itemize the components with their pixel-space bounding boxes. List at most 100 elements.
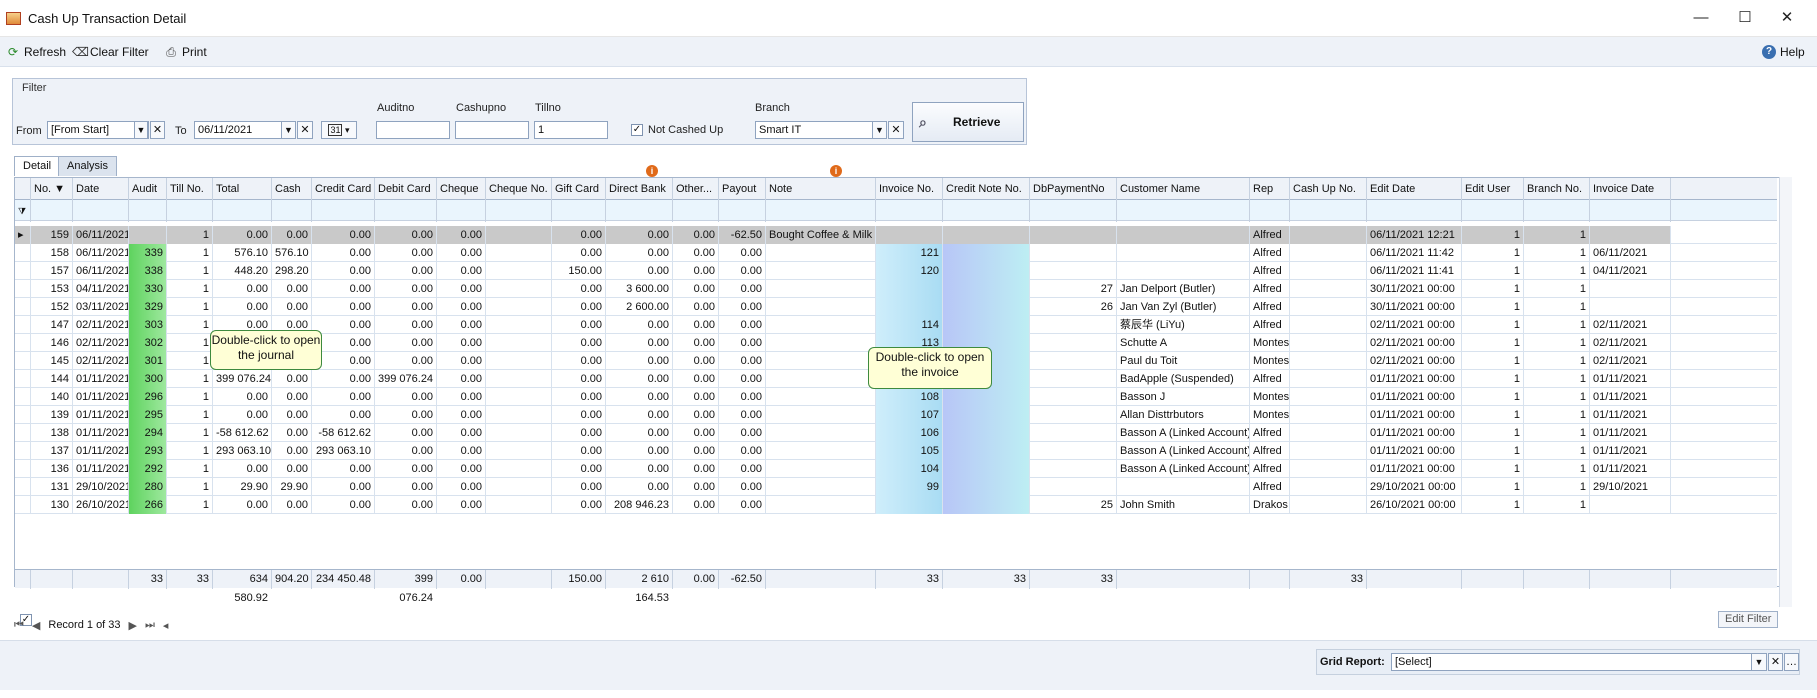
table-cell[interactable]: 01/11/2021	[73, 406, 129, 424]
table-cell[interactable]: 25	[1030, 496, 1117, 514]
table-cell[interactable]: 1	[167, 280, 213, 298]
table-cell[interactable]	[486, 406, 552, 424]
table-cell[interactable]: Alfred	[1250, 244, 1290, 262]
table-cell[interactable]: 136	[31, 460, 73, 478]
table-cell[interactable]: 02/11/2021	[1590, 352, 1671, 370]
filter-cell[interactable]	[673, 200, 719, 222]
column-header[interactable]: Invoice Date	[1590, 178, 1671, 200]
table-cell[interactable]: 1	[167, 406, 213, 424]
table-cell[interactable]: 0.00	[552, 352, 606, 370]
table-cell[interactable]	[1290, 478, 1367, 496]
table-cell[interactable]	[1290, 244, 1367, 262]
column-header[interactable]: Edit User	[1462, 178, 1524, 200]
table-row[interactable]: 138 01/11/2021 294 1 -58 612.62 0.00 -58 612.6…	[15, 424, 1777, 442]
table-cell[interactable]: Montes	[1250, 388, 1290, 406]
table-cell[interactable]: 147	[31, 316, 73, 334]
table-cell[interactable]	[876, 280, 943, 298]
table-cell[interactable]: 576.10	[272, 244, 312, 262]
table-cell[interactable]: 0.00	[719, 334, 766, 352]
table-cell[interactable]: 1	[1524, 406, 1590, 424]
table-cell[interactable]	[1590, 226, 1671, 244]
table-cell[interactable]: 1	[1462, 424, 1524, 442]
branch-dropdown-button[interactable]: ▼	[872, 121, 887, 139]
maximize-button[interactable]: ☐	[1730, 6, 1760, 30]
calendar-button[interactable]: 31 ▾	[321, 121, 357, 139]
table-cell[interactable]: 1	[1462, 262, 1524, 280]
table-cell[interactable]: 0.00	[552, 388, 606, 406]
table-cell[interactable]: 1	[167, 496, 213, 514]
table-cell[interactable]	[1030, 316, 1117, 334]
table-cell[interactable]: 108	[876, 388, 943, 406]
table-cell[interactable]: 0.00	[375, 496, 437, 514]
table-cell[interactable]: 06/11/2021 12:21	[1367, 226, 1462, 244]
table-cell[interactable]: 0.00	[312, 262, 375, 280]
table-cell[interactable]: 1	[167, 478, 213, 496]
table-cell[interactable]	[1290, 352, 1367, 370]
table-cell[interactable]	[1290, 496, 1367, 514]
table-cell[interactable]: 0.00	[272, 298, 312, 316]
table-cell[interactable]: 06/11/2021 11:41	[1367, 262, 1462, 280]
table-cell[interactable]: Alfred	[1250, 424, 1290, 442]
filter-cell[interactable]	[719, 200, 766, 222]
table-cell[interactable]	[876, 496, 943, 514]
table-cell[interactable]: 0.00	[552, 460, 606, 478]
table-cell[interactable]: 01/11/2021 00:00	[1367, 460, 1462, 478]
table-row[interactable]: 130 26/10/2021 266 1 0.00 0.00 0.00 0.00 0.00 0.0…	[15, 496, 1777, 514]
table-cell[interactable]: 106	[876, 424, 943, 442]
table-cell[interactable]: 0.00	[673, 424, 719, 442]
filter-cell[interactable]	[486, 200, 552, 222]
table-cell[interactable]: Basson J	[1117, 388, 1250, 406]
to-clear-button[interactable]: ✕	[297, 121, 313, 139]
table-cell[interactable]: 0.00	[437, 244, 486, 262]
table-cell[interactable]: 1	[1462, 298, 1524, 316]
table-cell[interactable]: 1	[1524, 280, 1590, 298]
table-cell[interactable]	[1290, 424, 1367, 442]
table-cell[interactable]: 0.00	[375, 226, 437, 244]
table-cell[interactable]: 0.00	[437, 226, 486, 244]
table-cell[interactable]	[943, 406, 1030, 424]
table-cell[interactable]: 1	[1524, 442, 1590, 460]
table-cell[interactable]: 0.00	[673, 244, 719, 262]
auditno-input[interactable]	[376, 121, 450, 139]
table-cell[interactable]: 0.00	[606, 226, 673, 244]
table-cell[interactable]	[1030, 244, 1117, 262]
table-cell[interactable]: 1	[1462, 334, 1524, 352]
table-cell[interactable]: 1	[1524, 424, 1590, 442]
table-cell[interactable]: 448.20	[213, 262, 272, 280]
table-cell[interactable]: 330	[129, 280, 167, 298]
table-cell[interactable]: Alfred	[1250, 298, 1290, 316]
table-cell[interactable]: 0.00	[312, 460, 375, 478]
filter-cell[interactable]	[437, 200, 486, 222]
filter-cell[interactable]	[943, 200, 1030, 222]
table-cell[interactable]	[1290, 226, 1367, 244]
table-cell[interactable]: 302	[129, 334, 167, 352]
gift-card-info-icon[interactable]: i	[646, 165, 658, 177]
column-header[interactable]: Debit Card	[375, 178, 437, 200]
table-cell[interactable]	[766, 370, 876, 388]
table-cell[interactable]: 0.00	[719, 244, 766, 262]
table-cell[interactable]: BadApple (Suspended)	[1117, 370, 1250, 388]
table-cell[interactable]	[943, 442, 1030, 460]
table-cell[interactable]	[766, 496, 876, 514]
close-button[interactable]: ✕	[1772, 6, 1802, 30]
table-cell[interactable]: 26/10/2021 00:00	[1367, 496, 1462, 514]
table-cell[interactable]	[943, 460, 1030, 478]
table-cell[interactable]: 0.00	[272, 280, 312, 298]
table-row[interactable]: 139 01/11/2021 295 1 0.00 0.00 0.00 0.00 0.00 0.0…	[15, 406, 1777, 424]
table-cell[interactable]: 0.00	[673, 370, 719, 388]
table-cell[interactable]	[1030, 334, 1117, 352]
table-cell[interactable]: 0.00	[213, 388, 272, 406]
table-cell[interactable]: 0.00	[719, 442, 766, 460]
table-cell[interactable]: 0.00	[272, 226, 312, 244]
table-cell[interactable]: 0.00	[437, 496, 486, 514]
table-cell[interactable]	[766, 316, 876, 334]
retrieve-button[interactable]: ⌕ Retrieve	[912, 102, 1024, 142]
table-cell[interactable]: 145	[31, 352, 73, 370]
table-cell[interactable]: -58 612.62	[213, 424, 272, 442]
table-cell[interactable]: 0.00	[272, 388, 312, 406]
table-cell[interactable]: 0.00	[673, 334, 719, 352]
table-cell[interactable]	[876, 226, 943, 244]
table-cell[interactable]: 0.00	[375, 388, 437, 406]
table-cell[interactable]: 0.00	[673, 388, 719, 406]
table-cell[interactable]: 0.00	[552, 442, 606, 460]
